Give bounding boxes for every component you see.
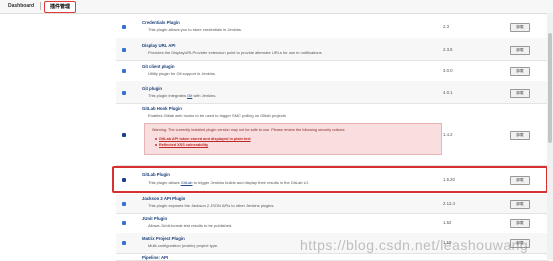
plugin-name[interactable]: GitLab Plugin: [142, 172, 170, 177]
description-text: This plugin allows: [148, 180, 180, 185]
plugin-name[interactable]: GitLab Hook Plugin: [142, 106, 182, 111]
bullet-icon: [155, 144, 157, 146]
plugin-name[interactable]: Pipeline: API: [142, 255, 168, 260]
description-text-after: with Jenkins.: [193, 93, 217, 98]
vertical-scrollbar[interactable]: [547, 13, 553, 260]
plugin-description: This plugin allows GitLab to trigger Jen…: [148, 180, 309, 185]
enable-checkbox[interactable]: [122, 241, 126, 245]
uninstall-button[interactable]: 卸载: [510, 131, 530, 140]
uninstall-button[interactable]: 卸载: [510, 219, 530, 228]
plugin-name[interactable]: Git client plugin: [142, 64, 174, 69]
enable-checkbox[interactable]: [122, 48, 126, 52]
enable-checkbox[interactable]: [122, 202, 126, 206]
plugin-name[interactable]: Display URL API: [142, 43, 175, 48]
breadcrumb-separator: [40, 2, 41, 10]
plugin-row-gitlab: GitLab Plugin This plugin allows GitLab …: [116, 165, 548, 195]
plugin-description: Multi-configuration (matrix) project typ…: [148, 243, 219, 248]
uninstall-button[interactable]: 卸载: [510, 46, 530, 55]
gitlab-link[interactable]: GitLab: [181, 180, 193, 185]
uninstall-button[interactable]: 卸载: [510, 67, 530, 76]
warning-link-xss[interactable]: Reflected XSS vulnerability: [159, 143, 208, 147]
enable-checkbox[interactable]: [122, 69, 126, 73]
warning-link-api-token[interactable]: GitLab API token stored and displayed in…: [159, 137, 251, 141]
description-text-after: to trigger Jenkins builds and display th…: [193, 180, 309, 185]
plugin-version: 2.3.5: [443, 47, 453, 52]
plugin-version: 2.3: [443, 24, 449, 29]
uninstall-button[interactable]: 卸载: [510, 23, 530, 32]
plugin-description: Utility plugin for Git support in Jenkin…: [148, 71, 215, 76]
plugin-version: 1.52: [443, 220, 452, 225]
enable-checkbox[interactable]: [122, 178, 126, 182]
top-breadcrumb-bar: Dashboard 插件管理: [0, 0, 553, 14]
plugin-version: 1.5.20: [443, 177, 455, 182]
plugin-description: This plugin integrates Git with Jenkins.: [148, 93, 216, 98]
plugin-description: Allows JUnit-format test results to be p…: [148, 223, 233, 228]
plugin-row-gitlab-hook: GitLab Hook Plugin Enables Gitlab web ho…: [116, 103, 548, 166]
plugin-name[interactable]: Git plugin: [142, 86, 162, 91]
plugin-row-git-client: Git client plugin Utility plugin for Git…: [116, 60, 548, 82]
plugin-description: Provides the DisplayURLProvider extensio…: [148, 50, 322, 55]
uninstall-button[interactable]: 卸载: [510, 176, 530, 185]
enable-checkbox[interactable]: [122, 25, 126, 29]
scrollbar-thumb[interactable]: [548, 33, 552, 143]
bullet-icon: [155, 138, 157, 140]
plugin-name[interactable]: Credentials Plugin: [142, 20, 180, 25]
plugin-version: 3.0.0: [443, 68, 453, 73]
enable-checkbox[interactable]: [122, 133, 126, 137]
plugin-row-git: Git plugin This plugin integrates Git wi…: [116, 81, 548, 104]
plugin-row-jackson2-api: Jackson 2 API Plugin This plugin exposes…: [116, 194, 548, 214]
plugin-version: 1.4.2: [443, 132, 453, 137]
breadcrumb-dashboard[interactable]: Dashboard: [8, 0, 34, 12]
warning-item: GitLab API token stored and displayed in…: [155, 137, 251, 141]
warning-message: Warning: The currently installed plugin …: [152, 128, 346, 132]
git-link[interactable]: Git: [187, 93, 192, 98]
watermark-text: https://blog.csdn.net/leashouwang: [300, 237, 529, 253]
uninstall-button[interactable]: 卸载: [510, 89, 530, 98]
breadcrumb-plugin-manager[interactable]: 插件管理: [44, 1, 77, 13]
description-text: This plugin integrates: [148, 93, 187, 98]
plugin-row-junit: JUnit Plugin Allows JUnit-format test re…: [116, 213, 548, 234]
plugin-row-display-url-api: Display URL API Provides the DisplayURLP…: [116, 38, 548, 61]
plugin-description: This plugin allows you to store credenti…: [148, 27, 243, 32]
plugin-version: 4.0.1: [443, 90, 453, 95]
warning-item: Reflected XSS vulnerability: [155, 143, 208, 147]
plugin-description: Enables Gitlab web hooks to be used to t…: [148, 113, 286, 118]
plugin-name[interactable]: Matrix Project Plugin: [142, 236, 185, 241]
enable-checkbox[interactable]: [122, 221, 126, 225]
plugin-description: This plugin exposes the Jackson 2 JSON A…: [148, 203, 275, 208]
plugin-name[interactable]: Jackson 2 API Plugin: [142, 196, 185, 201]
plugin-row-credentials: Credentials Plugin This plugin allows yo…: [116, 13, 548, 39]
uninstall-button[interactable]: 卸载: [510, 200, 530, 209]
enable-checkbox[interactable]: [122, 91, 126, 95]
plugin-version: 2.12.4: [443, 201, 455, 206]
plugin-name[interactable]: JUnit Plugin: [142, 216, 167, 221]
security-warning: Warning: The currently installed plugin …: [144, 123, 442, 155]
